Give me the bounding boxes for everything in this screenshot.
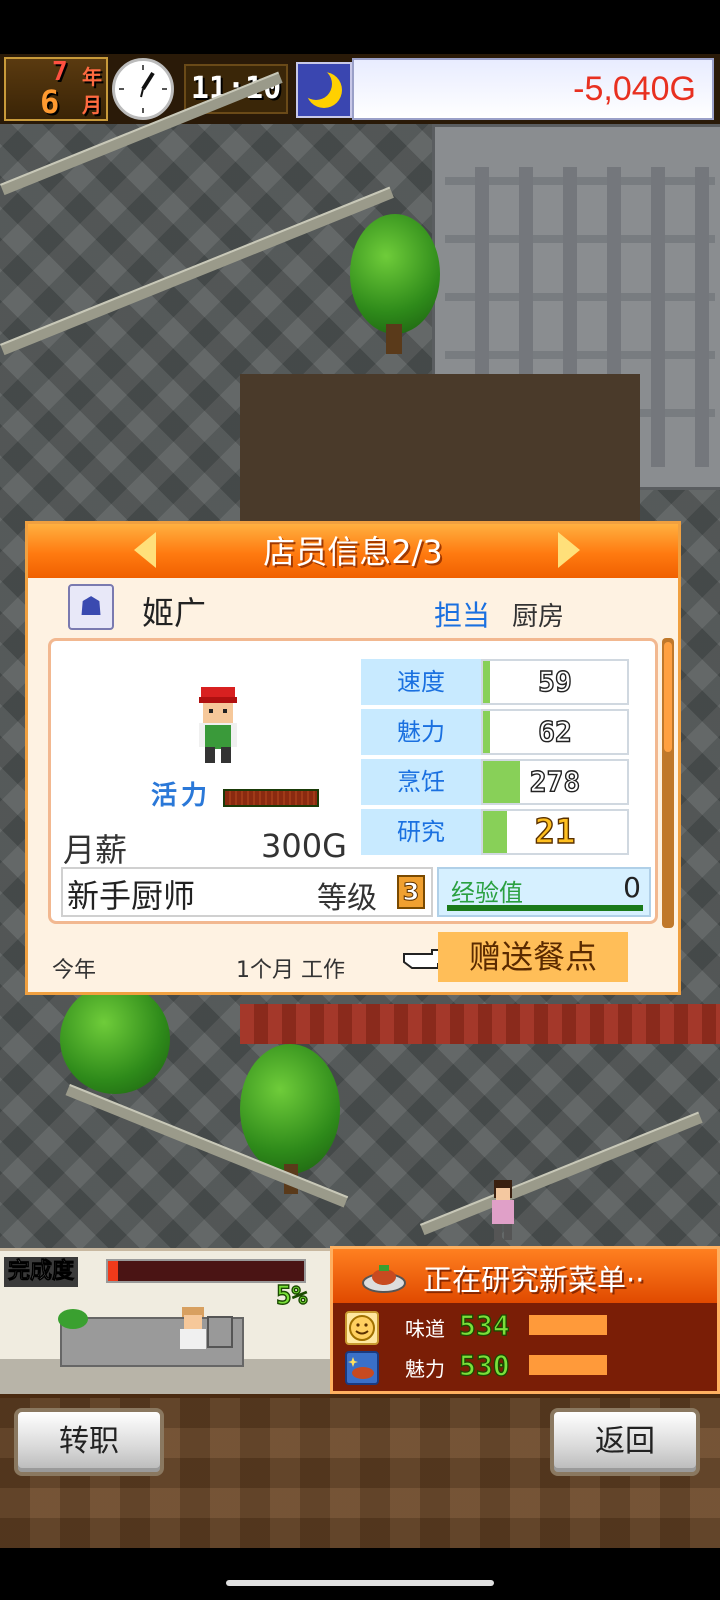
progress-bar-fill — [108, 1261, 118, 1281]
tenure-label: 今年 — [52, 958, 97, 983]
stat-name: 烹饪 — [361, 759, 481, 805]
metric-name: 魅力 — [405, 1357, 445, 1381]
tree-trunk — [386, 324, 402, 354]
status-bar: 7 年 6 月 11:10 -5,040G — [0, 54, 720, 124]
month-number: 6 — [40, 83, 60, 121]
dialog-header: 店员信息2/3 — [28, 524, 678, 578]
energy-label: 活力 — [151, 781, 212, 811]
metric-bar-fill — [529, 1355, 607, 1375]
customer-sprite — [486, 1180, 520, 1240]
experience-box: 经验值 0 — [437, 867, 651, 917]
stat-bar: 278 — [481, 759, 629, 805]
dialog-title: 店员信息2/3 — [263, 533, 443, 571]
research-progress-panel: 完成度 5% — [0, 1248, 330, 1395]
metric-name: 味道 — [405, 1317, 445, 1341]
transfer-job-button[interactable]: 转职 — [14, 1408, 164, 1476]
stat-value: 21 — [534, 811, 576, 852]
job-title: 新手厨师 — [67, 877, 196, 915]
job-rank-box: 新手厨师 等级 3 — [61, 867, 433, 917]
tree — [240, 1044, 340, 1174]
moon-icon — [296, 62, 352, 118]
metric-value: 530 — [458, 1348, 510, 1382]
stat-bar: 21 — [481, 809, 629, 855]
fence — [420, 1111, 703, 1236]
date-display: 7 年 6 月 — [4, 57, 108, 121]
stat-value: 59 — [537, 664, 572, 698]
stat-row-research: 研究 21 — [361, 809, 631, 855]
previous-staff-arrow-icon[interactable] — [134, 532, 156, 568]
salary-label: 月薪 — [63, 831, 128, 869]
back-button[interactable]: 返回 — [550, 1408, 700, 1476]
cook-sprite — [176, 1307, 236, 1367]
role-label: 担当 — [434, 599, 491, 632]
smiley-icon — [345, 1311, 379, 1345]
restaurant-roof — [240, 1004, 720, 1044]
progress-label: 完成度 — [4, 1257, 79, 1287]
month-unit: 月 — [82, 93, 102, 117]
metric-bar-fill — [529, 1315, 607, 1335]
salary-value: 300G — [261, 827, 347, 865]
tenure-value: 1个月 工作 — [236, 958, 345, 983]
staff-info-dialog: 店员信息2/3 ☗ 姬广 担当 厨房 活力 月薪 300G 速度 59 魅力 6… — [25, 521, 681, 995]
level-label: 等级 — [317, 881, 377, 916]
action-bar: 转职 返回 — [0, 1394, 720, 1548]
level-badge: 3 — [397, 875, 425, 909]
energy-bar-fill — [225, 791, 317, 805]
chef-sprite — [193, 687, 243, 765]
stat-row-charm: 魅力 62 — [361, 709, 631, 755]
role-value: 厨房 — [512, 602, 565, 632]
exp-value: 0 — [623, 871, 641, 904]
gift-meal-button[interactable]: 赠送餐点 — [438, 932, 628, 982]
year-unit: 年 — [82, 65, 102, 89]
stats-panel: 活力 月薪 300G 速度 59 魅力 62 烹饪 278 研究 21 新手厨师… — [48, 638, 658, 924]
research-status-panel: 正在研究新菜单·· 味道 534 魅力 530 — [330, 1246, 720, 1394]
progress-percent: 5% — [275, 1280, 308, 1311]
tree — [350, 214, 440, 334]
research-header: 正在研究新菜单·· — [333, 1249, 717, 1303]
stat-row-speed: 速度 59 — [361, 659, 631, 705]
dish-icon — [361, 1259, 407, 1295]
energy-bar — [223, 789, 319, 807]
sparkle-dish-icon — [345, 1351, 379, 1385]
stat-name: 魅力 — [361, 709, 481, 755]
stat-bar: 59 — [481, 659, 629, 705]
dialog-scrollbar[interactable] — [662, 638, 674, 928]
home-indicator[interactable] — [226, 1580, 494, 1586]
vegetables — [58, 1309, 88, 1329]
stat-name: 速度 — [361, 659, 481, 705]
metric-value: 534 — [458, 1308, 510, 1342]
tree — [60, 984, 170, 1094]
exp-label: 经验值 — [451, 879, 523, 907]
clock-icon — [112, 58, 174, 120]
next-staff-arrow-icon[interactable] — [558, 532, 580, 568]
exp-bar — [447, 905, 643, 911]
researching-title: 正在研究新菜单·· — [423, 1263, 645, 1297]
stat-name: 研究 — [361, 809, 481, 855]
stat-row-cooking: 烹饪 278 — [361, 759, 631, 805]
metric-row-charm: 魅力 530 — [333, 1347, 717, 1387]
money-display: -5,040G — [352, 58, 714, 120]
metric-row-taste: 味道 534 — [333, 1307, 717, 1347]
restaurant-building — [240, 374, 640, 524]
fence — [0, 186, 394, 356]
stat-bar: 62 — [481, 709, 629, 755]
scrollbar-thumb[interactable] — [664, 642, 672, 752]
staff-badge-icon: ☗ — [68, 584, 114, 630]
stat-value: 62 — [537, 714, 572, 748]
progress-bar — [106, 1259, 306, 1283]
stat-value: 278 — [529, 764, 581, 798]
staff-name: 姬广 — [142, 594, 207, 632]
